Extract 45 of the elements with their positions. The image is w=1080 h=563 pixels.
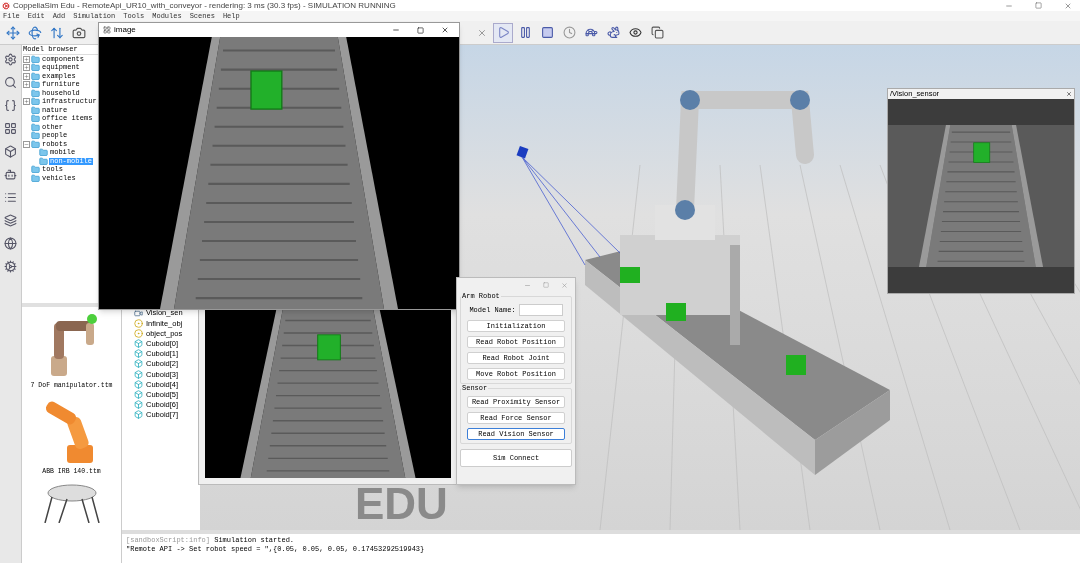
folder-icon	[31, 165, 40, 175]
cube-icon	[134, 339, 143, 349]
maximize-icon[interactable]	[417, 26, 424, 34]
folder-icon	[31, 54, 40, 64]
folder-icon	[31, 97, 40, 107]
minimize-icon[interactable]	[392, 26, 400, 34]
close-icon[interactable]	[1066, 91, 1072, 97]
folder-icon	[39, 148, 48, 158]
close-icon[interactable]	[441, 26, 449, 34]
edu-logo-text: EDU	[355, 482, 448, 526]
expand-toggle[interactable]	[23, 55, 30, 63]
cube-icon	[134, 349, 143, 359]
window-title: image	[114, 24, 136, 36]
dummy-icon	[134, 318, 143, 328]
cube-icon	[134, 400, 143, 410]
folder-icon	[31, 173, 40, 183]
folder-icon	[31, 131, 40, 141]
cube-icon	[134, 390, 143, 400]
app-logo-icon	[2, 1, 10, 10]
folder-icon	[39, 156, 48, 166]
cube-icon	[134, 379, 143, 389]
cube-icon	[134, 359, 143, 369]
folder-icon	[31, 105, 40, 115]
play-button[interactable]	[493, 22, 513, 43]
dummy-icon	[134, 328, 143, 338]
folder-icon	[31, 80, 40, 90]
input-field[interactable]	[518, 304, 563, 316]
folder-icon	[31, 139, 40, 149]
maximize-icon[interactable]	[1035, 2, 1042, 9]
folder-icon	[31, 88, 40, 98]
folder-icon	[31, 63, 40, 73]
expand-toggle[interactable]	[23, 72, 30, 80]
expand-toggle[interactable]	[23, 81, 30, 89]
camera-icon	[134, 308, 143, 318]
window-icon	[103, 26, 111, 34]
cube-icon	[134, 410, 143, 420]
expand-toggle[interactable]	[23, 64, 30, 72]
play-icon	[496, 26, 510, 39]
folder-icon	[31, 71, 40, 81]
cube-icon	[134, 369, 143, 379]
folder-icon	[31, 114, 40, 124]
folder-icon	[31, 122, 40, 132]
window-title: CoppeliaSim Edu - RemoteApi_UR10_with_conveyor - rendering: 3 ms (30.3 fps) - SIMULATION RUNNING	[13, 0, 396, 12]
expand-toggle[interactable]	[23, 98, 30, 106]
collapse-toggle[interactable]	[23, 140, 30, 148]
